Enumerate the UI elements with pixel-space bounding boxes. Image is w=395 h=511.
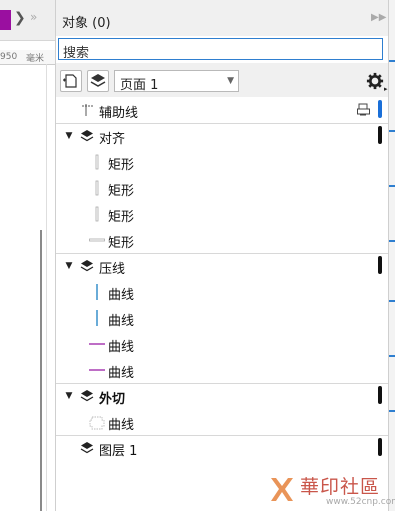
layers-icon bbox=[90, 74, 106, 87]
double-chevron-right-icon[interactable]: » bbox=[30, 10, 37, 24]
tree-row-layer-1[interactable]: 图层 1 bbox=[56, 435, 389, 461]
tree-row-object[interactable]: 曲线 bbox=[56, 305, 389, 331]
object-label: 矩形 bbox=[108, 210, 135, 225]
page-selector[interactable]: 页面 1 ▼ bbox=[114, 70, 239, 93]
caret-down-icon[interactable]: ▼ bbox=[64, 261, 74, 271]
canvas-scrollbar[interactable] bbox=[40, 230, 42, 511]
curve-blue-vertical-icon bbox=[96, 310, 98, 326]
canvas-area[interactable]: ❯ » 950 毫米 bbox=[0, 0, 55, 511]
objects-panel: 对象 (0) ▶▶ 搜索 页面 1 ▼ ▸ 辅助线 ▼ 对齐 矩形 矩形 矩形 … bbox=[55, 0, 389, 511]
caret-down-icon[interactable]: ▼ bbox=[64, 391, 74, 401]
tree-row-object[interactable]: 矩形 bbox=[56, 149, 389, 175]
curve-dashed-shape-icon bbox=[89, 416, 105, 430]
new-page-button[interactable] bbox=[60, 70, 82, 92]
tree-row-guides[interactable]: 辅助线 bbox=[56, 97, 389, 123]
object-label: 曲线 bbox=[108, 366, 135, 381]
panel-collapse-icon[interactable]: ▶▶ bbox=[371, 12, 386, 23]
panel-title: 对象 (0) bbox=[62, 16, 111, 31]
guides-color-bar bbox=[378, 100, 382, 118]
panel-header: 对象 (0) ▶▶ bbox=[56, 0, 389, 36]
curve-purple-horizontal-icon bbox=[89, 343, 105, 345]
page-icon bbox=[63, 74, 77, 88]
caret-down-icon[interactable]: ▼ bbox=[64, 131, 74, 141]
gear-icon[interactable] bbox=[366, 72, 384, 90]
rect-vertical-icon bbox=[95, 154, 99, 170]
tree-row-layer-cut[interactable]: ▼ 外切 bbox=[56, 383, 389, 409]
docker-tab-marker bbox=[389, 185, 395, 187]
tree-row-object[interactable]: 曲线 bbox=[56, 357, 389, 383]
tree-row-object[interactable]: 曲线 bbox=[56, 331, 389, 357]
tree-row-object[interactable]: 矩形 bbox=[56, 175, 389, 201]
watermark: 華印社區 www.52cnp.com bbox=[268, 470, 395, 511]
rect-vertical-icon bbox=[95, 206, 99, 222]
layer-label: 压线 bbox=[99, 262, 126, 277]
search-placeholder: 搜索 bbox=[63, 46, 90, 61]
horizontal-ruler: 950 毫米 bbox=[0, 50, 55, 65]
docker-tab-marker bbox=[389, 60, 395, 62]
canvas-top-bar: ❯ » bbox=[0, 0, 55, 41]
layer-color-bar bbox=[378, 438, 382, 456]
page-selector-value: 页面 1 bbox=[120, 78, 159, 93]
tree-row-object[interactable]: 曲线 bbox=[56, 409, 389, 435]
watermark-url: www.52cnp.com bbox=[326, 497, 395, 507]
rect-horizontal-icon bbox=[89, 238, 105, 242]
chevron-right-icon[interactable]: ❯ bbox=[14, 10, 26, 26]
watermark-text: 華印社區 bbox=[300, 476, 381, 498]
tree-row-object[interactable]: 矩形 bbox=[56, 201, 389, 227]
docker-tab-marker bbox=[389, 240, 395, 242]
ruler-unit: 毫米 bbox=[26, 54, 45, 64]
watermark-logo-icon bbox=[271, 478, 293, 501]
object-label: 曲线 bbox=[108, 314, 135, 329]
tree-row-object[interactable]: 曲线 bbox=[56, 279, 389, 305]
layer-label: 外切 bbox=[99, 392, 126, 407]
panel-toolbar: 页面 1 ▼ ▸ bbox=[56, 63, 389, 97]
docker-tab-marker bbox=[389, 410, 395, 412]
layers-icon bbox=[80, 442, 94, 454]
ruler-number: 950 bbox=[0, 52, 18, 62]
curve-purple-horizontal-icon bbox=[89, 369, 105, 371]
chevron-down-icon: ▼ bbox=[227, 76, 234, 86]
object-label: 曲线 bbox=[108, 340, 135, 355]
color-swatch[interactable] bbox=[0, 10, 11, 30]
object-label: 矩形 bbox=[108, 236, 135, 251]
rect-vertical-icon bbox=[95, 180, 99, 196]
search-input[interactable]: 搜索 bbox=[58, 38, 383, 61]
guides-icon bbox=[82, 104, 94, 116]
layer-label: 图层 1 bbox=[99, 444, 138, 459]
docker-tab-marker bbox=[389, 300, 395, 302]
object-label: 矩形 bbox=[108, 184, 135, 199]
layers-button[interactable] bbox=[87, 70, 109, 92]
object-tree: 辅助线 ▼ 对齐 矩形 矩形 矩形 矩形 ▼ 压线 曲线 曲线 曲线 曲线 ▼ … bbox=[56, 97, 389, 511]
layers-icon bbox=[80, 390, 94, 402]
layers-icon bbox=[80, 130, 94, 142]
docker-tab-strip[interactable] bbox=[388, 0, 395, 511]
guides-label: 辅助线 bbox=[99, 106, 139, 121]
docker-tab-marker bbox=[389, 130, 395, 132]
layer-label: 对齐 bbox=[99, 132, 126, 147]
tree-row-layer-crease[interactable]: ▼ 压线 bbox=[56, 253, 389, 279]
tree-row-object[interactable]: 矩形 bbox=[56, 227, 389, 253]
object-label: 曲线 bbox=[108, 418, 135, 433]
object-label: 曲线 bbox=[108, 288, 135, 303]
object-label: 矩形 bbox=[108, 158, 135, 173]
layer-color-bar bbox=[378, 256, 382, 274]
canvas-guide-line bbox=[46, 64, 47, 511]
tree-row-layer-align[interactable]: ▼ 对齐 bbox=[56, 123, 389, 149]
printer-icon[interactable] bbox=[356, 102, 372, 118]
layers-icon bbox=[80, 260, 94, 272]
layer-color-bar bbox=[378, 386, 382, 404]
layer-color-bar bbox=[378, 126, 382, 144]
docker-tab-marker bbox=[389, 355, 395, 357]
curve-blue-vertical-icon bbox=[96, 284, 98, 300]
gear-menu-caret-icon: ▸ bbox=[384, 85, 388, 93]
